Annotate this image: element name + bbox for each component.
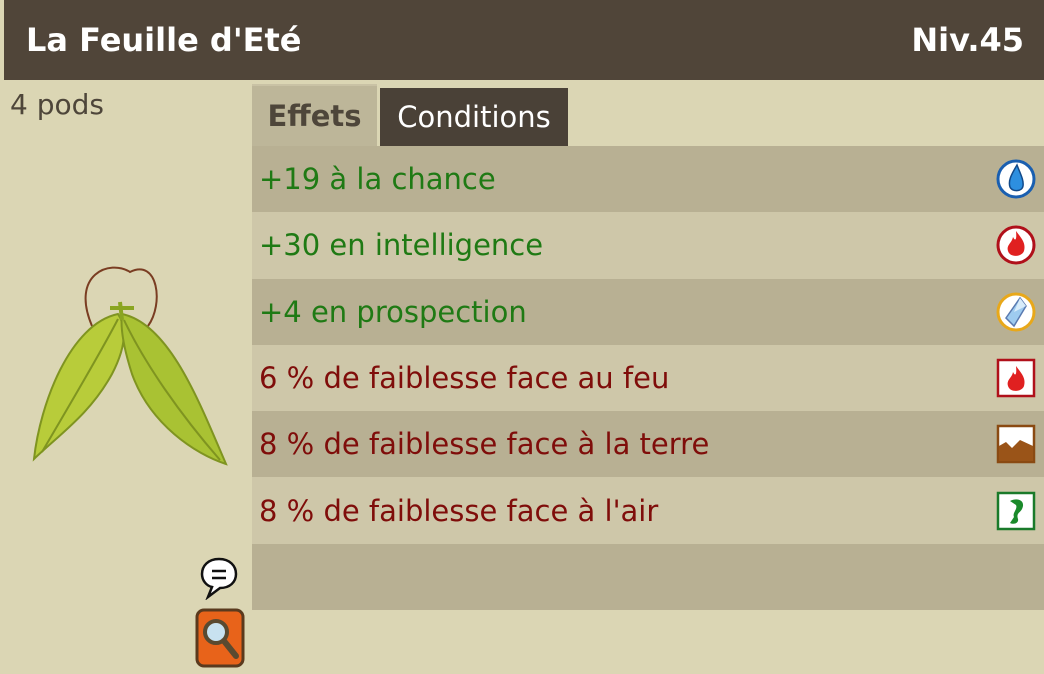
prospection-crystal-icon: [996, 290, 1036, 334]
effect-row: 6 % de faiblesse face au feu: [252, 344, 1044, 412]
effects-list: +19 à la chance +30 en intelligence +4 e…: [252, 146, 1044, 611]
fire-icon: [996, 223, 1036, 267]
effect-row: 8 % de faiblesse face à la terre: [252, 411, 1044, 478]
effect-text: +30 en intelligence: [259, 228, 544, 263]
effect-row: +19 à la chance: [252, 146, 1044, 213]
effect-row: 8 % de faiblesse face à l'air: [252, 477, 1044, 544]
effect-text: 8 % de faiblesse face à la terre: [259, 427, 710, 462]
fire-resistance-icon: [996, 356, 1036, 400]
effect-text: +4 en prospection: [259, 294, 527, 329]
tab-conditions[interactable]: Conditions: [380, 88, 568, 146]
effect-text: +19 à la chance: [259, 162, 496, 197]
item-header: La Feuille d'Eté Niv.45: [4, 0, 1044, 80]
air-resistance-icon: [996, 489, 1036, 533]
effect-text: 8 % de faiblesse face à l'air: [259, 493, 659, 528]
empty-row: [252, 543, 1044, 611]
effect-text: 6 % de faiblesse face au feu: [259, 361, 670, 396]
item-level: Niv.45: [911, 21, 1024, 59]
item-details-pane: Effets Conditions +19 à la chance +30 en…: [252, 80, 1044, 674]
details-tabs: Effets Conditions: [252, 84, 1044, 146]
tab-effets[interactable]: Effets: [252, 84, 377, 146]
inspect-magnifier-button[interactable]: [195, 608, 245, 668]
item-name: La Feuille d'Eté: [26, 21, 302, 59]
item-weight: 4 pods: [10, 88, 104, 121]
earth-resistance-icon: [996, 422, 1036, 466]
leaf-amulet-image: [30, 264, 230, 474]
effect-row: +30 en intelligence: [252, 212, 1044, 279]
water-drop-icon: [996, 157, 1036, 201]
chat-link-button[interactable]: [200, 556, 238, 601]
effect-row: +4 en prospection: [252, 278, 1044, 345]
item-preview-pane: 4 pods: [4, 80, 252, 674]
